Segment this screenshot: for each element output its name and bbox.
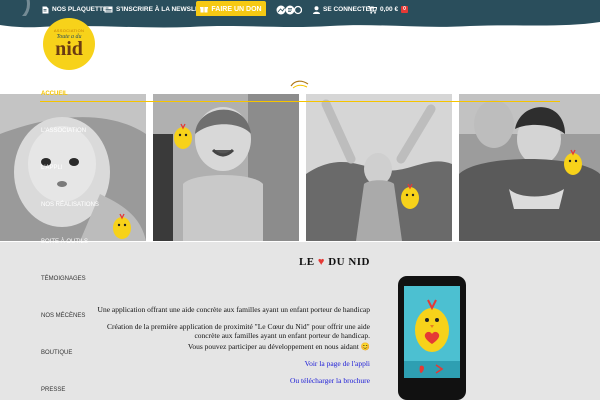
association-logo[interactable]: ASSOCIATION Toute a du nid xyxy=(43,18,95,70)
menu-item-boite-a-outils[interactable]: BOITE À OUTILS xyxy=(41,239,88,245)
document-icon xyxy=(42,6,49,13)
menu-item-presse[interactable]: PRESSE xyxy=(41,387,65,393)
menu-item-mecenes[interactable]: NOS MÉCÈNES xyxy=(41,313,85,319)
menu-item-boutique[interactable]: BOUTIQUE xyxy=(41,350,72,356)
user-icon xyxy=(313,5,320,14)
heart-icon: ♥ xyxy=(317,256,325,268)
intro-line-4: Vous pouvez participer au développement … xyxy=(187,342,370,351)
intro-line-3: concrète aux familles ayant un enfant po… xyxy=(194,331,370,340)
menu-item-realisations[interactable]: NOS RÉALISATIONS xyxy=(41,202,99,208)
bird-icon xyxy=(415,299,449,352)
cart-total: 0,00 € xyxy=(380,6,399,13)
bird-divider-icon xyxy=(290,80,309,89)
menu-item-appli[interactable]: L'APPLI xyxy=(41,165,63,171)
title-prefix: LE xyxy=(298,256,315,268)
phone-mockup xyxy=(398,276,466,400)
intro-line-2: Création de la première application de p… xyxy=(107,322,370,331)
logo-line1: ASSOCIATION xyxy=(53,28,85,33)
app-page-link[interactable]: Voir la page de l'appli xyxy=(305,359,370,368)
photo-baby xyxy=(0,94,146,241)
photo-banner xyxy=(0,94,600,242)
title-suffix: DU NID xyxy=(328,256,370,268)
cart-icon xyxy=(368,5,377,14)
menu-item-accueil[interactable]: ACCUEIL xyxy=(41,91,68,97)
phone-nav-icons xyxy=(419,364,444,374)
photo-smiling-child xyxy=(153,94,299,241)
photo-child-arms-up xyxy=(306,94,452,241)
section-title: LE ♥ DU NID xyxy=(260,256,370,268)
header-divider xyxy=(40,101,560,102)
login-label: SE CONNECTER xyxy=(323,6,375,13)
donate-label: FAIRE UN DON xyxy=(211,5,262,13)
social-icon xyxy=(276,5,302,14)
photo-family xyxy=(459,94,600,241)
menu-item-association[interactable]: L'ASSOCIATION xyxy=(41,128,86,134)
newsletter-icon xyxy=(104,6,113,13)
gift-icon xyxy=(200,7,209,13)
logo-line3: nid xyxy=(55,38,83,60)
brochure-download-link[interactable]: Ou télécharger la brochure xyxy=(290,376,370,385)
donate-button[interactable]: FAIRE UN DON xyxy=(196,1,266,17)
plaquettes-label: NOS PLAQUETTES xyxy=(52,6,112,13)
cart-count-badge: 0 xyxy=(401,6,408,13)
menu-item-temoignages[interactable]: TÉMOIGNAGES xyxy=(41,276,86,282)
intro-line-1: Une application offrant une aide concrèt… xyxy=(97,305,370,314)
